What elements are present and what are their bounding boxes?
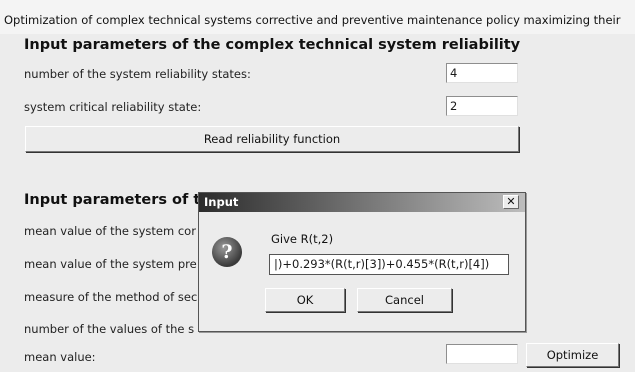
ok-button[interactable]: OK (265, 288, 345, 312)
mean-value-field[interactable] (446, 344, 518, 364)
maintenance-section-heading: Input parameters of th (24, 192, 211, 208)
cancel-button[interactable]: Cancel (357, 288, 452, 312)
values-number-label: number of the values of the s (24, 322, 195, 336)
critical-state-field[interactable]: 2 (446, 96, 518, 116)
dialog-input-field[interactable]: |)+0.293*(R(t,r)[3])+0.455*(R(t,r)[4]) (269, 254, 509, 275)
states-field[interactable]: 4 (446, 63, 518, 83)
corrective-mean-label: mean value of the system cor (24, 224, 196, 238)
input-dialog: Input ✕ ? Give R(t,2) |)+0.293*(R(t,r)[3… (198, 192, 526, 332)
window-title: Optimization of complex technical system… (4, 13, 621, 27)
question-icon: ? (212, 237, 242, 267)
dialog-prompt: Give R(t,2) (271, 232, 334, 246)
critical-state-label: system critical reliability state: (24, 100, 202, 114)
dialog-title: Input (204, 195, 239, 209)
reliability-section-heading: Input parameters of the complex technica… (24, 37, 521, 53)
optimize-button[interactable]: Optimize (526, 343, 619, 367)
method-measure-label: measure of the method of sec (24, 290, 198, 304)
close-icon[interactable]: ✕ (503, 195, 519, 209)
dialog-title-bar: Input (199, 193, 525, 212)
mean-value-label: mean value: (24, 350, 96, 364)
read-reliability-button[interactable]: Read reliability function (25, 126, 519, 152)
states-label: number of the system reliability states: (24, 67, 251, 81)
preventive-mean-label: mean value of the system pre (24, 257, 197, 271)
